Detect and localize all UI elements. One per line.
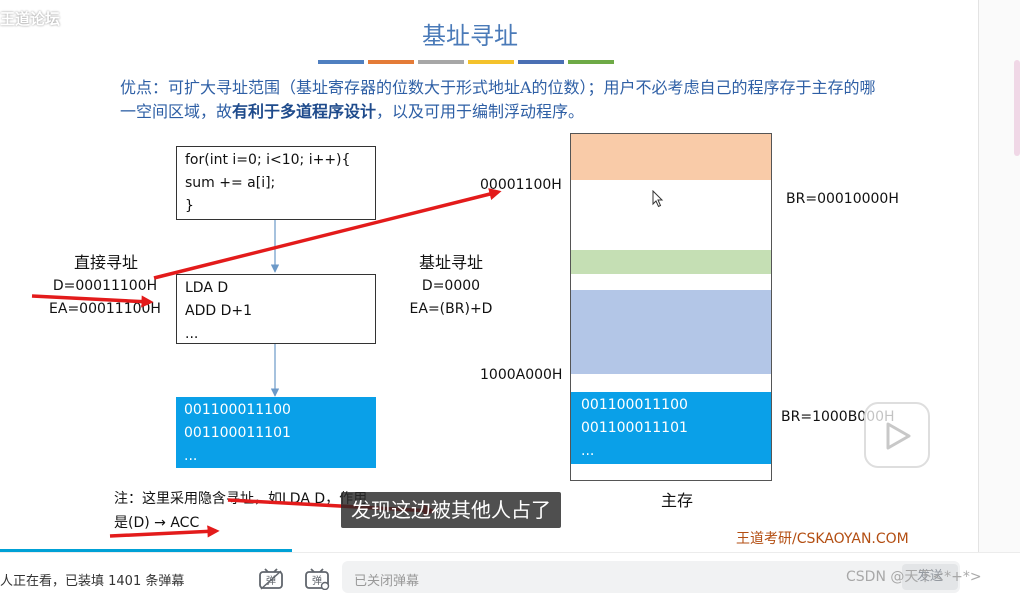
play-button[interactable] xyxy=(864,402,930,468)
side-panel-thumbnail[interactable] xyxy=(1014,60,1020,156)
viewer-count: 人正在看，已装填 1401 条弹幕 xyxy=(0,574,185,589)
annotation-arrows xyxy=(31,188,502,538)
play-icon xyxy=(886,422,911,450)
svg-text:弹: 弹 xyxy=(312,574,322,587)
danmaku-settings-icon[interactable]: 弹 xyxy=(304,568,330,590)
brand-label: 王道考研/CSKAOYAN.COM xyxy=(736,531,909,547)
csdn-watermark: CSDN @天下<*+*> xyxy=(846,569,982,585)
danmaku-toggle-icon[interactable]: 弹 xyxy=(258,568,284,590)
danmaku-placeholder: 已关闭弹幕 xyxy=(354,574,420,589)
video-frame: 王道论坛 基址寻址 优点：可扩大寻址范围（基址寄存器的位数大于形式地址A的位数）… xyxy=(0,0,978,550)
subtitle-overlay: 发现这边被其他人占了 xyxy=(341,492,561,528)
